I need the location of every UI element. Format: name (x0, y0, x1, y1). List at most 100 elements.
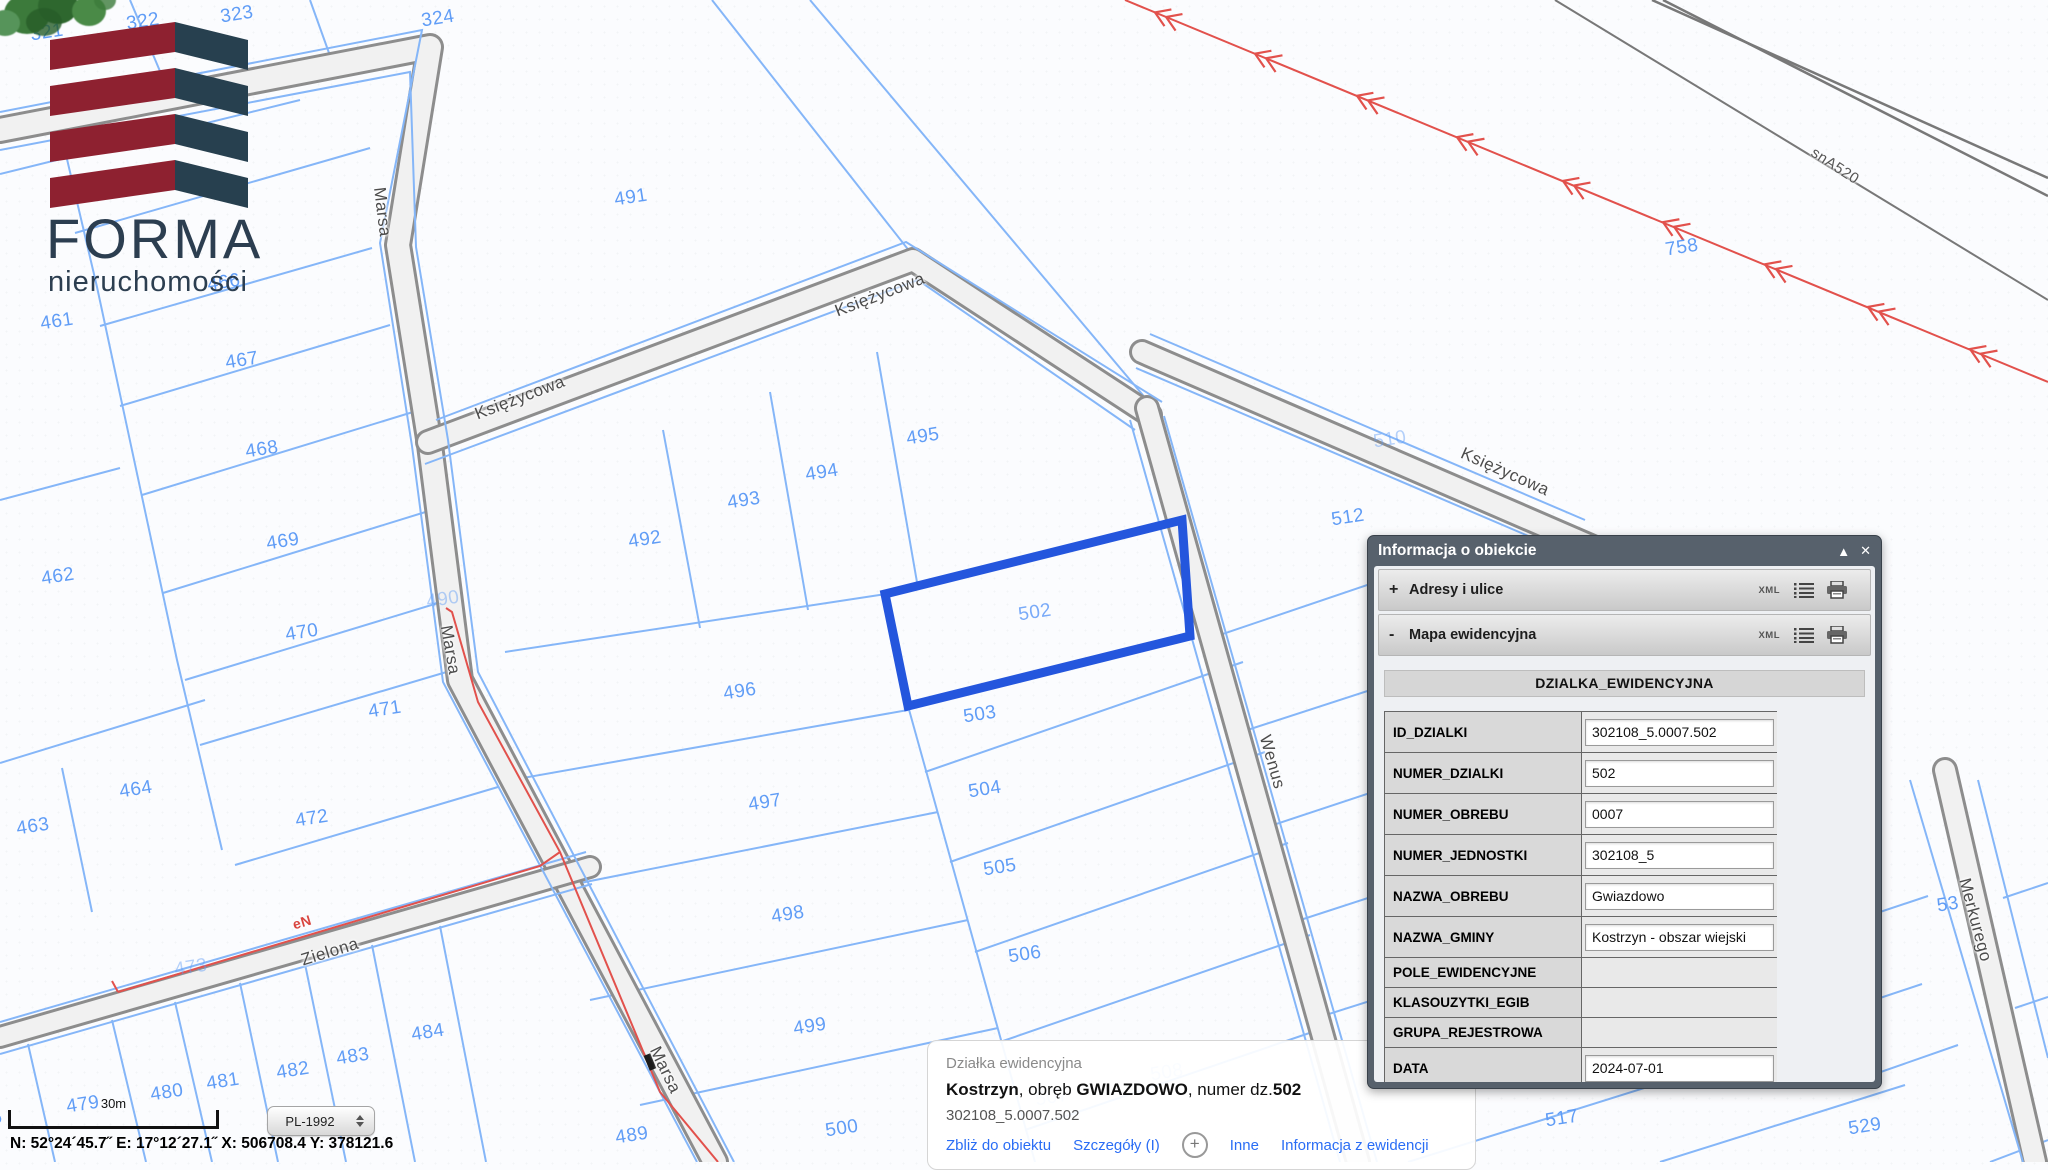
parcel-label-758: 758 (1664, 235, 1700, 262)
attribute-row-pole_ewidencyjne: POLE_EWIDENCYJNE (1385, 958, 1777, 988)
parcel-label-517: 517 (1544, 1106, 1580, 1133)
parcel-label-497: 497 (747, 790, 783, 817)
attribute-key: NAZWA_OBREBU (1385, 876, 1582, 916)
parcel-label-493: 493 (726, 488, 762, 515)
street-label-księżycowa: Księżycowa (832, 269, 928, 322)
projection-select[interactable]: PL-1992 (267, 1106, 375, 1136)
attribute-value-input[interactable]: Gwiazdowo (1585, 883, 1774, 910)
parcel-label-472: 472 (294, 806, 330, 833)
parcel-label-468: 468 (244, 437, 280, 464)
parcel-label-470: 470 (284, 620, 320, 647)
popup-title-part: GWIAZDOWO (1076, 1080, 1187, 1099)
parcel-label-506: 506 (1007, 942, 1043, 969)
attribute-value-cell: 0007 (1582, 794, 1777, 834)
parcel-label-473: 473 (173, 955, 209, 982)
popup-title-part: , numer dz. (1188, 1080, 1273, 1099)
parcel-label-504: 504 (967, 777, 1003, 804)
parcel-label-476: 476 (0, 1107, 4, 1134)
parcel-label-503: 503 (962, 702, 998, 729)
attribute-row-numer_obrebu: NUMER_OBREBU0007 (1385, 794, 1777, 835)
parcel-label-464: 464 (118, 777, 154, 804)
parcel-label-496: 496 (722, 679, 758, 706)
parcel-label-498: 498 (770, 902, 806, 929)
attribute-value-cell: 302108_5.0007.502 (1582, 712, 1777, 752)
attribute-value-input[interactable]: Kostrzyn - obszar wiejski (1585, 924, 1774, 951)
coordinates-readout: N: 52°24´45.7˝ E: 17°12´27.1˝ X: 506708.… (10, 1135, 393, 1153)
attribute-row-grupa_rejestrowa: GRUPA_REJESTROWA (1385, 1018, 1777, 1048)
parcel-label-483: 483 (335, 1044, 371, 1071)
zoom-plus-icon[interactable]: + (1182, 1132, 1208, 1158)
accordion-section-adresy-i-ulice[interactable]: +Adresy i uliceXML (1378, 569, 1871, 611)
attribute-key: DATA (1385, 1048, 1582, 1082)
section-label: Mapa ewidencyjna (1409, 627, 1758, 643)
parcel-label-481: 481 (205, 1069, 241, 1096)
parcel-label-489: 489 (614, 1123, 650, 1150)
parcel-label-471: 471 (367, 697, 403, 724)
attribute-row-id_dzialki: ID_DZIALKI302108_5.0007.502 (1385, 712, 1777, 753)
parcel-label-502: 502 (1017, 600, 1053, 627)
popup-link-inne[interactable]: Inne (1230, 1137, 1259, 1154)
parcel-label-490: 490 (425, 587, 461, 614)
street-label-księżycowa: Księżycowa (472, 372, 568, 425)
popup-link-zbliż-do-obiektu[interactable]: Zbliż do obiektu (946, 1137, 1051, 1154)
street-label-marsa: Marsa (645, 1043, 685, 1096)
attribute-row-data: DATA2024-07-01 (1385, 1048, 1777, 1082)
expand-collapse-icon[interactable]: + (1389, 581, 1409, 599)
feature-class-header: DZIALKA_EWIDENCYJNA (1384, 670, 1865, 697)
popup-feature-id: 302108_5.0007.502 (946, 1107, 1475, 1124)
attribute-value-input[interactable]: 2024-07-01 (1585, 1055, 1774, 1082)
parcel-label-494: 494 (804, 460, 840, 487)
attribute-value-cell: Gwiazdowo (1582, 876, 1777, 916)
attribute-key: GRUPA_REJESTROWA (1385, 1018, 1582, 1047)
street-label-marsa: Marsa (436, 624, 464, 676)
panel-collapse-icon[interactable]: ▲ (1837, 544, 1850, 559)
attribute-value-input[interactable]: 502 (1585, 760, 1774, 787)
attribute-value-cell: 302108_5 (1582, 835, 1777, 875)
parcel-label-324: 324 (420, 6, 456, 33)
attribute-value-input[interactable]: 302108_5.0007.502 (1585, 719, 1774, 746)
attribute-value-input[interactable]: 302108_5 (1585, 842, 1774, 869)
popup-title-part: Kostrzyn (946, 1080, 1019, 1099)
parcel-label-461: 461 (39, 309, 75, 336)
street-label-zielona: Zielona (299, 934, 362, 970)
street-label-en: eN (291, 912, 314, 933)
print-icon[interactable] (1826, 581, 1848, 599)
attribute-value-cell: 2024-07-01 (1582, 1048, 1777, 1082)
panel-close-icon[interactable]: ✕ (1860, 543, 1871, 559)
parcel-label-462: 462 (40, 564, 76, 591)
popup-actions: Zbliż do obiektu Szczegóły (I) + Inne Inform… (946, 1132, 1475, 1158)
parcel-label-467: 467 (224, 348, 260, 375)
map-application: { "logo": { "title": "FORMA", "subtitle"… (0, 0, 2048, 1162)
projection-value: PL-1992 (268, 1114, 352, 1129)
parcel-label-529: 529 (1847, 1114, 1883, 1141)
logo-subtitle: nieruchomości (48, 266, 248, 299)
parcel-label-499: 499 (792, 1014, 828, 1041)
attribute-list-icon[interactable] (1794, 627, 1814, 643)
accordion-section-mapa-ewidencyjna[interactable]: -Mapa ewidencyjnaXML (1378, 614, 1871, 656)
panel-titlebar[interactable]: Informacja o obiekcie ▲ ✕ (1368, 536, 1881, 566)
expand-collapse-icon[interactable]: - (1389, 626, 1409, 644)
street-label-wenus: Wenus (1255, 733, 1289, 791)
popup-link-informacja-z-ewidencji[interactable]: Informacja z ewidencji (1281, 1137, 1429, 1154)
parcel-label-492: 492 (627, 527, 663, 554)
print-icon[interactable] (1826, 626, 1848, 644)
street-label-marsa: Marsa (369, 186, 395, 238)
attribute-list-icon[interactable] (1794, 582, 1814, 598)
attribute-value-input[interactable]: 0007 (1585, 801, 1774, 828)
parcel-label-510: 510 (1372, 427, 1408, 454)
parcel-label-484: 484 (410, 1020, 446, 1047)
attribute-key: NAZWA_GMINY (1385, 917, 1582, 957)
parcel-label-463: 463 (15, 814, 51, 841)
attribute-row-numer_jednostki: NUMER_JEDNOSTKI302108_5 (1385, 835, 1777, 876)
popup-link-szczegóły-i-[interactable]: Szczegóły (I) (1073, 1137, 1160, 1154)
attribute-value-cell (1582, 958, 1777, 987)
popup-title-part: 502 (1273, 1080, 1301, 1099)
attribute-key: NUMER_DZIALKI (1385, 753, 1582, 793)
scale-bar-label: 30m (11, 1096, 216, 1111)
xml-export-button[interactable]: XML (1758, 630, 1780, 641)
street-label-księżycowa: Księżycowa (1458, 444, 1553, 501)
parcel-label-505: 505 (982, 855, 1018, 882)
xml-export-button[interactable]: XML (1758, 585, 1780, 596)
parcel-label-482: 482 (275, 1058, 311, 1085)
attribute-key: POLE_EWIDENCYJNE (1385, 958, 1582, 987)
